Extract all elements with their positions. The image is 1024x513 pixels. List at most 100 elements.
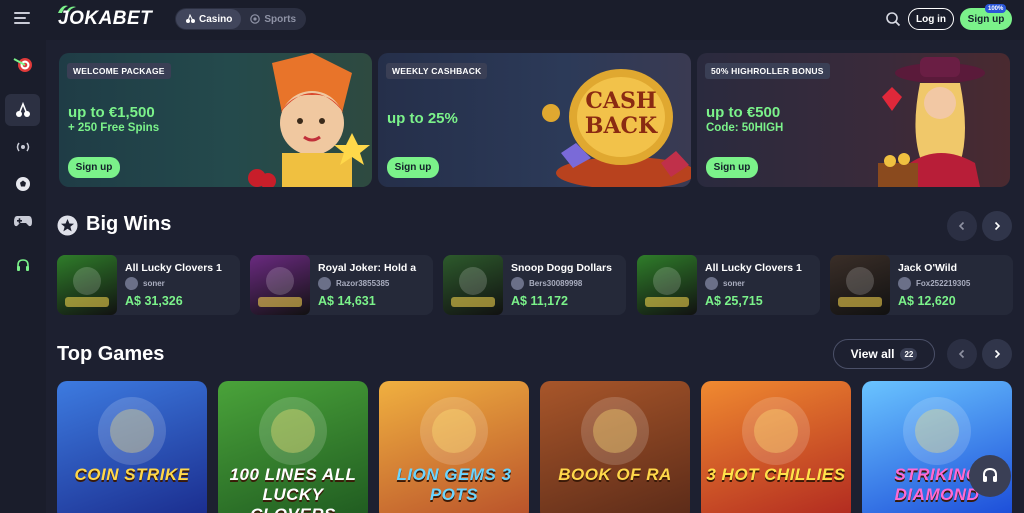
promo-signup-button[interactable]: Sign up: [706, 157, 758, 178]
svg-text:BACK: BACK: [585, 113, 658, 139]
game-artwork: [98, 397, 166, 465]
chevron-right-icon: [994, 221, 1001, 231]
promo-tag: WEEKLY CASHBACK: [386, 63, 488, 79]
game-title: 100 LINES ALL LUCKY CLOVERS: [229, 465, 357, 513]
menu-icon[interactable]: [14, 12, 30, 28]
sidebar-item-sports[interactable]: [5, 168, 40, 200]
win-username: Razor3855385: [336, 279, 390, 288]
big-wins-next-button[interactable]: [982, 211, 1012, 241]
tab-sports[interactable]: Sports: [241, 9, 305, 29]
live-support-button[interactable]: [969, 455, 1011, 497]
joker-queen-illustration: [248, 53, 370, 187]
win-username: soner: [723, 279, 745, 288]
win-user: soner: [125, 277, 165, 290]
game-title: BOOK OF RA: [558, 465, 672, 484]
sidebar: [0, 40, 46, 513]
win-user: Bers30089998: [511, 277, 582, 290]
gamepad-icon: [13, 216, 32, 227]
game-title: LION GEMS 3 POTS: [396, 465, 512, 504]
tab-sports-label: Sports: [264, 13, 297, 25]
game-thumbnail: [57, 255, 117, 315]
win-amount: A$ 12,620: [898, 294, 956, 308]
big-wins-title: Big Wins: [86, 213, 172, 235]
sidebar-item-support[interactable]: [5, 250, 40, 282]
win-game-name: All Lucky Clovers 1: [125, 262, 222, 274]
promo-headline: up to €1,500: [68, 104, 155, 121]
sidebar-item-casino[interactable]: [5, 94, 40, 126]
win-game-name: Royal Joker: Hold a: [318, 262, 417, 274]
target-icon: [13, 58, 32, 72]
game-tile[interactable]: COIN STRIKE: [57, 381, 207, 513]
win-game-name: All Lucky Clovers 1: [705, 262, 802, 274]
game-tile[interactable]: 100 LINES ALL LUCKY CLOVERS: [218, 381, 368, 513]
promo-tag: 50% HIGHROLLER BONUS: [705, 63, 830, 79]
casino-icon: [186, 14, 195, 23]
promo-highroller-bonus[interactable]: 50% HIGHROLLER BONUS up to €500 Code: 50…: [697, 53, 1010, 187]
headset-icon: [983, 467, 997, 482]
soccer-ball-icon: [250, 14, 261, 24]
search-icon[interactable]: [885, 11, 901, 27]
big-win-card[interactable]: All Lucky Clovers 1 soner A$ 25,715: [637, 255, 820, 315]
sidebar-item-promotions[interactable]: [5, 48, 40, 80]
win-game-name: Jack O'Wild: [898, 262, 958, 274]
top-games-next-button[interactable]: [982, 339, 1012, 369]
login-button[interactable]: Log in: [908, 8, 954, 30]
win-game-name: Snoop Dogg Dollars: [511, 262, 612, 274]
game-artwork: [742, 397, 810, 465]
win-user: Fox252219305: [898, 277, 970, 290]
headset-icon: [16, 259, 29, 271]
sidebar-item-live[interactable]: [5, 131, 40, 163]
promo-headline: up to 25%: [387, 110, 458, 127]
avatar: [705, 277, 718, 290]
view-all-button[interactable]: View all 22: [833, 339, 935, 369]
game-thumbnail: [250, 255, 310, 315]
star-badge-icon: [57, 215, 78, 236]
promo-signup-button[interactable]: Sign up: [68, 157, 120, 178]
top-header: JOKABET Casino Sports Log in Sign up 100…: [0, 0, 1024, 40]
promo-welcome-package[interactable]: WELCOME PACKAGE up to €1,500 + 250 Free …: [59, 53, 372, 187]
win-amount: A$ 11,172: [511, 294, 568, 308]
live-icon: [16, 142, 29, 152]
tab-casino-label: Casino: [199, 13, 233, 25]
game-thumbnail: [637, 255, 697, 315]
big-wins-prev-button[interactable]: [947, 211, 977, 241]
avatar: [125, 277, 138, 290]
promo-subline: Code: 50HIGH: [706, 122, 784, 134]
top-games-title: Top Games: [57, 343, 165, 365]
win-username: soner: [143, 279, 165, 288]
avatar: [511, 277, 524, 290]
win-username: Fox252219305: [916, 279, 971, 288]
big-win-card[interactable]: All Lucky Clovers 1 soner A$ 31,326: [57, 255, 240, 315]
soccer-ball-icon: [15, 177, 30, 191]
game-thumbnail: [443, 255, 503, 315]
promo-signup-button[interactable]: Sign up: [387, 157, 439, 178]
avatar: [898, 277, 911, 290]
chevron-left-icon: [958, 221, 965, 231]
game-tile[interactable]: LION GEMS 3 POTS: [379, 381, 529, 513]
promo-weekly-cashback[interactable]: CASH BACK WEEKLY CASHBACK up to 25% Sign…: [378, 53, 691, 187]
win-amount: A$ 14,631: [318, 294, 376, 308]
cashback-coin-illustration: CASH BACK: [542, 69, 691, 187]
promo-subline: + 250 Free Spins: [68, 122, 160, 134]
big-win-card[interactable]: Jack O'Wild Fox252219305 A$ 12,620: [830, 255, 1013, 315]
sidebar-item-esports[interactable]: [5, 205, 40, 237]
chevron-right-icon: [994, 349, 1001, 359]
big-win-card[interactable]: Royal Joker: Hold a Razor3855385 A$ 14,631: [250, 255, 433, 315]
chevron-left-icon: [958, 349, 965, 359]
win-username: Bers30089998: [529, 279, 583, 288]
big-win-card[interactable]: Snoop Dogg Dollars Bers30089998 A$ 11,172: [443, 255, 626, 315]
game-tile[interactable]: BOOK OF RA: [540, 381, 690, 513]
game-tile[interactable]: 3 HOT CHILLIES: [701, 381, 851, 513]
tab-casino[interactable]: Casino: [176, 9, 242, 29]
win-user: soner: [705, 277, 745, 290]
signup-bonus-badge: 100%: [985, 4, 1007, 13]
category-tabs: Casino Sports: [175, 8, 307, 30]
avatar: [318, 277, 331, 290]
top-games-prev-button[interactable]: [947, 339, 977, 369]
game-title: COIN STRIKE: [74, 465, 190, 484]
view-all-count: 22: [900, 347, 918, 361]
logo[interactable]: JOKABET: [58, 8, 152, 30]
promo-tag: WELCOME PACKAGE: [67, 63, 171, 79]
win-amount: A$ 31,326: [125, 294, 183, 308]
win-user: Razor3855385: [318, 277, 389, 290]
